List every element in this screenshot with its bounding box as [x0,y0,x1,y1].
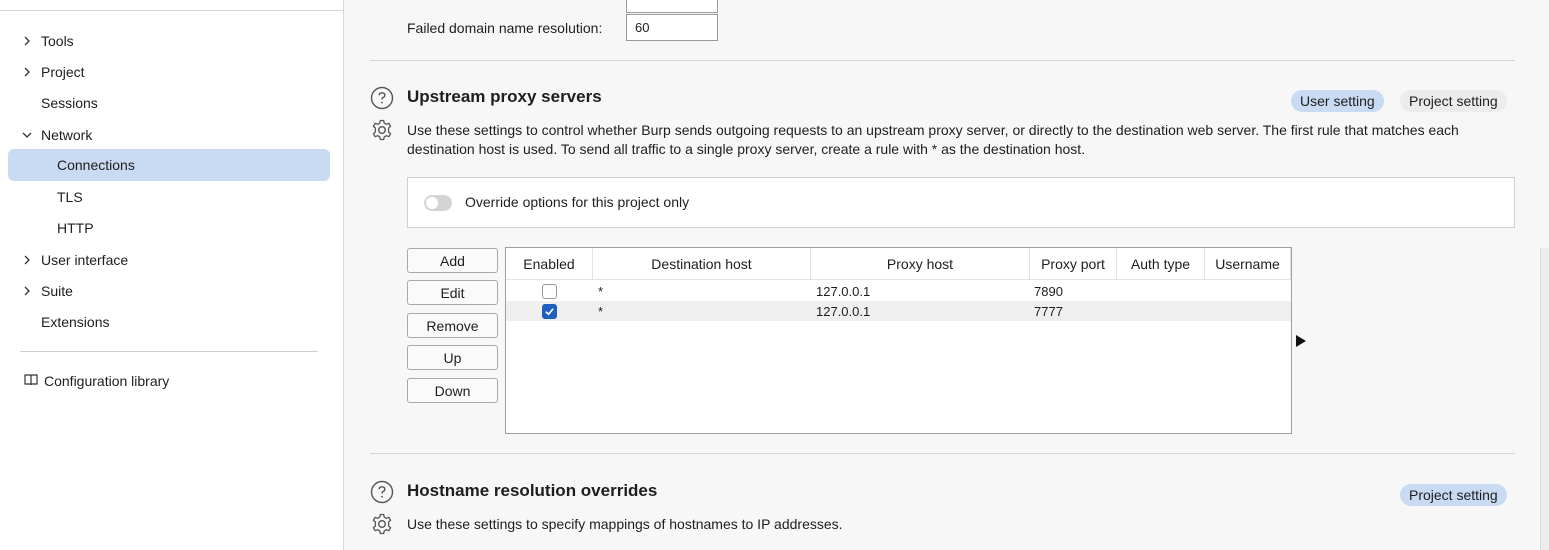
book-icon [24,373,38,390]
sidebar-divider [20,351,318,352]
failed-resolution-input[interactable]: 60 [626,14,718,41]
chevron-down-icon [22,130,32,140]
sidebar-item-user-interface[interactable]: User interface [8,244,330,276]
remove-button[interactable]: Remove [407,313,498,338]
column-header-proxy-host[interactable]: Proxy host [811,248,1030,280]
project-setting-badge[interactable]: Project setting [1400,90,1507,112]
edit-button[interactable]: Edit [407,280,498,305]
project-setting-badge[interactable]: Project setting [1400,484,1507,506]
override-label: Override options for this project only [465,194,690,210]
checkmark-icon [545,307,554,315]
user-setting-badge[interactable]: User setting [1291,90,1384,112]
sidebar-item-tls[interactable]: TLS [8,181,330,213]
sidebar-item-sessions[interactable]: Sessions [8,87,330,119]
sidebar-item-label: Project [41,64,85,80]
chevron-right-icon [22,36,32,46]
sidebar-item-label: User interface [41,252,129,268]
chevron-right-icon [22,67,32,77]
enabled-checkbox[interactable] [542,303,557,319]
override-options-box: Override options for this project only [407,177,1515,228]
help-icon[interactable] [370,86,394,110]
proxy-host-cell: 127.0.0.1 [816,303,871,319]
successful-resolution-input[interactable] [626,0,718,13]
sidebar-top-divider [0,10,344,11]
sidebar-item-label: Tools [41,33,74,49]
add-button[interactable]: Add [407,248,498,273]
table-header: Enabled Destination host Proxy host Prox… [506,248,1291,280]
column-header-enabled[interactable]: Enabled [506,248,593,280]
upstream-proxy-title: Upstream proxy servers [407,87,602,106]
down-button[interactable]: Down [407,378,498,403]
configuration-library-label: Configuration library [44,373,170,389]
sidebar-item-project[interactable]: Project [8,56,330,88]
enabled-cell [542,281,557,301]
hostname-overrides-description: Use these settings to specify mappings o… [407,516,843,532]
override-toggle[interactable] [424,195,452,211]
proxy-host-cell: 127.0.0.1 [816,283,871,299]
section-divider [370,453,1515,454]
mouse-pointer-icon [1296,335,1306,347]
upstream-proxy-description: Use these settings to control whether Bu… [407,122,1459,157]
enabled-cell [542,301,557,321]
sidebar-item-http[interactable]: HTTP [8,212,330,244]
sidebar-item-extensions[interactable]: Extensions [8,306,330,338]
destination-host-cell: * [598,303,604,319]
vertical-scrollbar[interactable] [1540,248,1549,550]
chevron-right-icon [22,286,32,296]
section-divider [370,60,1515,61]
gear-icon[interactable] [370,512,394,536]
column-header-username[interactable]: Username [1205,248,1291,280]
upstream-proxy-table: Enabled Destination host Proxy host Prox… [505,247,1292,434]
sidebar-item-connections[interactable]: Connections [8,149,330,181]
sidebar-item-tools[interactable]: Tools [8,25,330,57]
sidebar-item-label: Connections [57,157,135,173]
sidebar-item-label: Sessions [41,95,98,111]
enabled-checkbox[interactable] [542,283,557,299]
failed-resolution-label: Failed domain name resolution: [407,20,603,36]
configuration-library-link[interactable]: Configuration library [24,370,169,392]
table-row[interactable]: * 127.0.0.1 7890 [506,281,1291,301]
up-button[interactable]: Up [407,345,498,370]
column-header-auth-type[interactable]: Auth type [1117,248,1205,280]
hostname-overrides-title: Hostname resolution overrides [407,481,658,500]
sidebar-item-label: Network [41,127,93,143]
sidebar-item-label: Extensions [41,314,110,330]
proxy-port-cell: 7890 [1034,283,1063,299]
sidebar-item-label: HTTP [57,220,94,236]
sidebar-item-label: Suite [41,283,73,299]
sidebar: Tools Project Sessions Network Connectio… [0,0,344,550]
sidebar-item-suite[interactable]: Suite [8,275,330,307]
column-header-destination-host[interactable]: Destination host [593,248,811,280]
help-icon[interactable] [370,480,394,504]
gear-icon[interactable] [370,118,394,142]
column-header-proxy-port[interactable]: Proxy port [1030,248,1117,280]
proxy-port-cell: 7777 [1034,303,1063,319]
sidebar-item-network[interactable]: Network [8,119,330,151]
destination-host-cell: * [598,283,604,299]
toggle-knob [426,197,438,209]
main-panel: Failed domain name resolution: 60 Upstre… [345,0,1549,550]
sidebar-item-label: TLS [57,189,83,205]
chevron-right-icon [22,255,32,265]
table-row[interactable]: * 127.0.0.1 7777 [506,301,1291,321]
